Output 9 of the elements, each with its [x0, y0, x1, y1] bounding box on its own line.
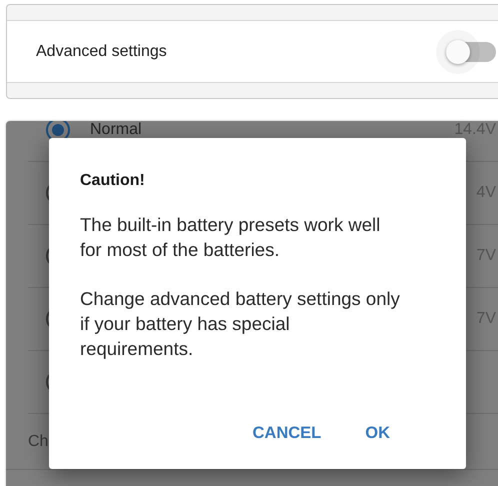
- cancel-button[interactable]: CANCEL: [250, 420, 324, 447]
- dialog-message: The built-in battery presets work well for most of the batteries.: [80, 213, 382, 262]
- dialog-title: Caution!: [80, 172, 146, 190]
- dialog-message: Change advanced battery settings only if your battery has special requirements.: [80, 287, 400, 361]
- row-label: Ch: [28, 432, 48, 450]
- toggle-switch[interactable]: [446, 42, 496, 62]
- preset-label: Normal: [90, 122, 143, 138]
- ok-button[interactable]: OK: [363, 420, 392, 447]
- setting-label: Advanced settings: [36, 42, 168, 60]
